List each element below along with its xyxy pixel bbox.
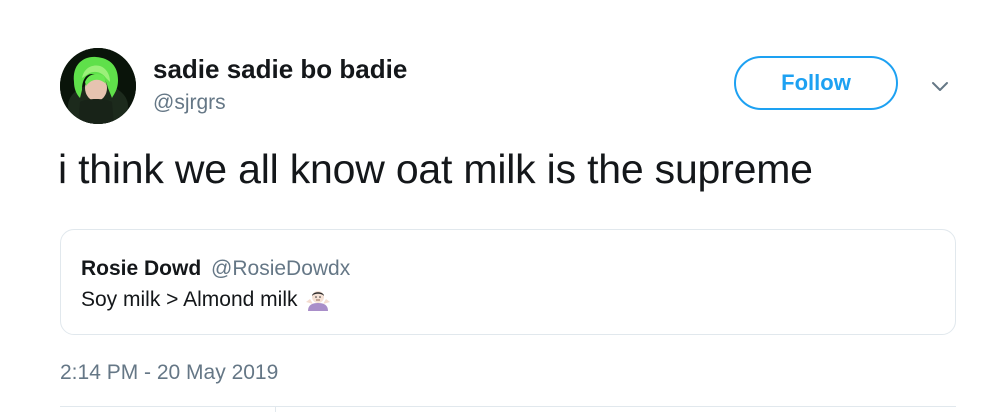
divider	[60, 406, 956, 407]
tweet-timestamp[interactable]: 2:14 PM - 20 May 2019	[60, 361, 278, 385]
divider-tick	[275, 406, 276, 412]
author-avatar[interactable]	[60, 48, 136, 124]
tweet-text: i think we all know oat milk is the supr…	[58, 146, 813, 192]
quoted-author-name: Rosie Dowd	[81, 257, 202, 280]
tweet-card: sadie sadie bo badie @sjrgrs Follow i th…	[0, 0, 1000, 412]
author-display-name[interactable]: sadie sadie bo badie	[153, 54, 407, 85]
quoted-tweet[interactable]: Rosie Dowd @RosieDowdx Soy milk > Almond…	[60, 229, 956, 335]
chevron-down-icon[interactable]	[928, 74, 952, 98]
shrugging-person-emoji-icon	[305, 287, 331, 313]
avatar-photo-icon	[60, 48, 136, 124]
author-handle[interactable]: @sjrgrs	[153, 91, 226, 115]
quoted-tweet-body: Soy milk > Almond milk	[81, 287, 331, 313]
quoted-tweet-text: Soy milk > Almond milk	[81, 288, 298, 311]
follow-button[interactable]: Follow	[734, 56, 898, 110]
quoted-author-handle: @RosieDowdx	[211, 257, 351, 280]
quoted-tweet-header: Rosie Dowd @RosieDowdx	[81, 257, 350, 281]
